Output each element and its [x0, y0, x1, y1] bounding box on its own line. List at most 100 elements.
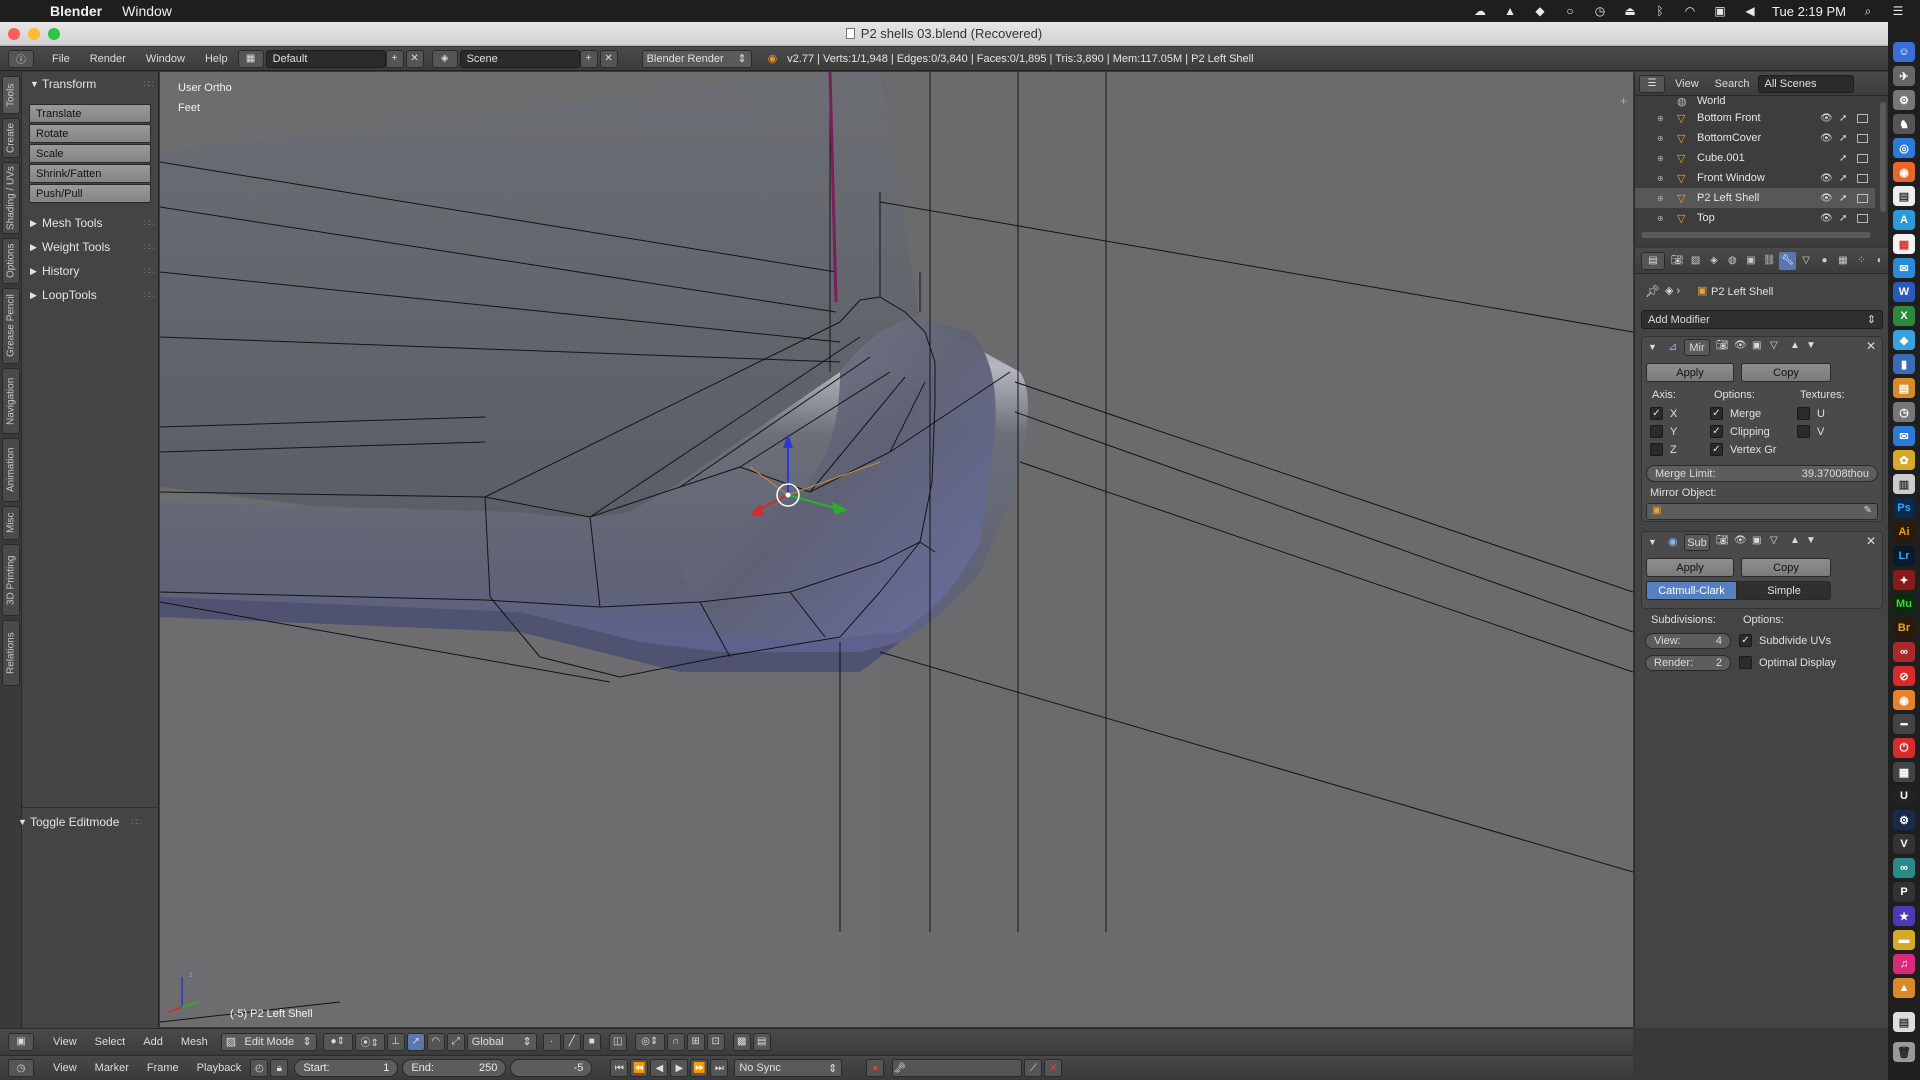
firefox-icon[interactable]: ◉ [1893, 162, 1915, 182]
jump-keyframe-back-icon[interactable]: ⏪ [630, 1059, 649, 1077]
selectable-cursor-icon[interactable]: ➚ [1839, 193, 1847, 204]
show-in-viewport-icon[interactable]: 👁︎ [1734, 535, 1747, 546]
power-icon[interactable]: ⏻ [1893, 738, 1915, 758]
illustrator-icon[interactable]: Ai [1893, 522, 1915, 542]
translate-button[interactable]: Translate [29, 104, 151, 123]
photoshop-icon[interactable]: Ps [1893, 498, 1915, 518]
screen-layout-icon[interactable]: ▦ [237, 49, 264, 68]
scene-field[interactable]: Scene [459, 49, 580, 68]
remove-modifier-icon[interactable]: ✕ [1866, 534, 1876, 548]
delete-keyframe-icon[interactable]: ✕ [1044, 1059, 1063, 1077]
minimize-window-button[interactable] [28, 28, 40, 40]
acrobat-icon[interactable]: ✦ [1893, 570, 1915, 590]
shrink-fatten-button[interactable]: Shrink/Fatten [29, 164, 151, 183]
tab-relations[interactable]: Relations [2, 620, 20, 686]
tab-3d-printing[interactable]: 3D Printing [2, 544, 20, 616]
app-icon[interactable]: ♞ [1893, 114, 1915, 134]
optimal-display-checkbox[interactable] [1739, 656, 1752, 669]
launchpad-icon[interactable]: ✈ [1893, 66, 1915, 86]
time-machine-icon[interactable]: ◷ [1592, 4, 1608, 18]
simple-option[interactable]: Simple [1737, 581, 1831, 600]
numbers-icon[interactable]: ▮ [1893, 354, 1915, 374]
merge-limit-field[interactable]: Merge Limit: 39.37008thou [1646, 465, 1878, 482]
panel-looptools-header[interactable]: ▶ LoopTools ∷∷ [22, 285, 159, 305]
downloads-stack-icon[interactable]: ▤ [1893, 1012, 1915, 1032]
object-tab-icon[interactable]: ▣ [1743, 252, 1759, 270]
show-in-viewport-icon[interactable]: 👁︎ [1734, 340, 1747, 351]
cloud-icon[interactable]: ☁ [1472, 4, 1488, 18]
subsurf-modifier-name[interactable]: Sub [1684, 534, 1710, 551]
properties-editor-type-icon[interactable]: ▤ [1641, 251, 1665, 270]
scale-button[interactable]: Scale [29, 144, 151, 163]
menu-add[interactable]: Add [134, 1036, 172, 1048]
axis-y-checkbox[interactable] [1650, 425, 1663, 438]
infinity-icon[interactable]: ∞ [1893, 858, 1915, 878]
steam-icon[interactable]: ⚙ [1893, 810, 1915, 830]
jump-keyframe-forward-icon[interactable]: ⏩ [690, 1059, 709, 1077]
physics-tab-icon[interactable]: ◐ [1872, 252, 1888, 270]
folder-app-icon[interactable]: ▬ [1893, 930, 1915, 950]
info-editor-type-icon[interactable]: ⓘ [8, 49, 34, 68]
expand-icon[interactable]: ⊕ [1657, 214, 1664, 223]
tab-shading-uvs[interactable]: Shading / UVs [2, 162, 20, 234]
menu-select[interactable]: Select [86, 1036, 135, 1048]
creative-cloud-icon[interactable]: ∞ [1893, 642, 1915, 662]
axis-x-checkbox[interactable]: ✓ [1650, 407, 1663, 420]
collapse-triangle-icon[interactable]: ▼ [1648, 342, 1657, 352]
timeline-menu-marker[interactable]: Marker [86, 1062, 138, 1074]
merge-checkbox[interactable]: ✓ [1710, 407, 1723, 420]
blender-dock-icon[interactable]: ◉ [1893, 690, 1915, 710]
selectable-cursor-icon[interactable]: ➚ [1839, 113, 1847, 124]
world-tab-icon[interactable]: ◍ [1724, 252, 1740, 270]
circle-icon[interactable]: ○ [1562, 4, 1578, 18]
mail-icon[interactable]: ✉ [1893, 426, 1915, 446]
subdivide-uvs-checkbox[interactable]: ✓ [1739, 634, 1752, 647]
maximize-window-button[interactable] [48, 28, 60, 40]
render-levels-field[interactable]: Render: 2 [1645, 655, 1731, 671]
scale-manipulator-icon[interactable]: ⤢ [446, 1032, 465, 1051]
clipping-checkbox[interactable]: ✓ [1710, 425, 1723, 438]
renderable-camera-icon[interactable] [1857, 193, 1868, 203]
visibility-eye-icon[interactable]: 👁︎ [1820, 193, 1833, 204]
app-store-icon[interactable]: A [1893, 210, 1915, 230]
manipulator-toggle-icon[interactable]: ⊥ [386, 1032, 405, 1051]
display-icon[interactable]: ▣ [1712, 4, 1728, 18]
drive-icon[interactable]: ▲ [1502, 4, 1518, 18]
spotlight-search-icon[interactable]: ⌕ [1860, 4, 1876, 18]
timeline-editor-type-icon[interactable]: ◷ [8, 1059, 34, 1077]
notes-icon[interactable]: ▤ [1893, 186, 1915, 206]
mirror-apply-button[interactable]: Apply [1646, 363, 1734, 382]
renderable-camera-icon[interactable] [1857, 213, 1868, 223]
drag-grip-icon[interactable]: ∷∷ [132, 817, 143, 828]
move-down-icon[interactable]: ▼ [1806, 535, 1816, 546]
snap-toggle-icon[interactable]: ∩ [666, 1032, 685, 1051]
close-window-button[interactable] [8, 28, 20, 40]
start-frame-field[interactable]: Start: 1 [294, 1059, 399, 1077]
clock[interactable]: Tue 2:19 PM [1772, 4, 1846, 19]
use-preview-range-icon[interactable]: ◴ [250, 1059, 269, 1077]
editor-type-icon[interactable]: ▣ [8, 1032, 34, 1051]
photos-icon[interactable]: ✿ [1893, 450, 1915, 470]
renderable-camera-icon[interactable] [1857, 153, 1868, 163]
menu-mesh[interactable]: Mesh [172, 1036, 217, 1048]
outliner-row-p2-left-shell[interactable]: ⊕ ▽ P2 Left Shell 👁︎ ➚ [1635, 188, 1875, 208]
tool-icon[interactable]: ━ [1893, 714, 1915, 734]
collapse-triangle-icon[interactable]: ▼ [1648, 537, 1657, 547]
keynote-icon[interactable]: ◆ [1893, 330, 1915, 350]
pivot-point-icon[interactable]: ⦿⇕ [354, 1032, 385, 1051]
current-frame-field[interactable]: -5 [510, 1059, 593, 1077]
orientation-select[interactable]: Global ⇕ [466, 1032, 537, 1051]
mirror-copy-button[interactable]: Copy [1741, 363, 1831, 382]
show-in-editmode-icon[interactable]: ▣ [1752, 340, 1761, 351]
expand-icon[interactable]: ⊕ [1657, 114, 1664, 123]
sync-mode-select[interactable]: No Sync ⇕ [734, 1059, 843, 1077]
expand-icon[interactable]: ⊕ [1657, 134, 1664, 143]
timeline-menu-view[interactable]: View [44, 1062, 86, 1074]
modifiers-tab-icon[interactable]: 🔧︎ [1779, 251, 1796, 270]
eyedropper-icon[interactable]: ✎ [1864, 505, 1872, 516]
outliner-hscrollbar[interactable] [1641, 232, 1871, 238]
outliner-editor-type-icon[interactable]: ☰ [1639, 74, 1665, 93]
system-preferences-icon[interactable]: ⚙ [1893, 90, 1915, 110]
word-icon[interactable]: W [1893, 282, 1915, 302]
particles-tab-icon[interactable]: ⁘ [1853, 252, 1869, 270]
